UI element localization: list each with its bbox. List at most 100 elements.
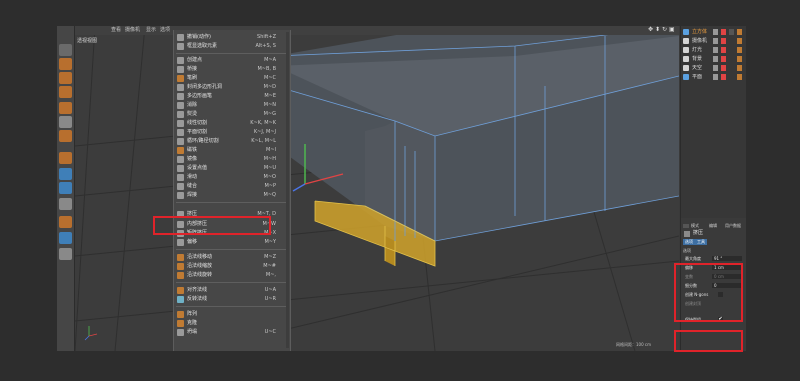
menu-item-weld[interactable]: 焊接 M~Q: [174, 191, 290, 200]
highlight-extrude-settings: [674, 263, 743, 322]
viewport-canvas: [75, 26, 679, 351]
texture-tag[interactable]: [737, 29, 742, 35]
texture-tag[interactable]: [737, 74, 742, 80]
attr-menu-edit[interactable]: 编辑: [709, 222, 717, 229]
menu-icon[interactable]: [683, 224, 689, 228]
menu-item-normal-scale[interactable]: 沿法线缩放 M~#: [174, 262, 290, 271]
menu-item-bridge[interactable]: 桥接 M~B, B: [174, 65, 290, 74]
material-tag[interactable]: [721, 47, 726, 53]
background-icon: [683, 56, 689, 62]
menu-item-mirror[interactable]: 镜像 M~H: [174, 155, 290, 164]
rotate-icon[interactable]: ↻: [662, 27, 668, 33]
material-tag[interactable]: [721, 56, 726, 62]
vp-menu-cameras[interactable]: 摄像机: [125, 26, 140, 35]
menu-item-offset[interactable]: 偏移 M~Y: [174, 238, 290, 247]
object-row[interactable]: 立方体: [683, 28, 746, 37]
menu-item-undo[interactable]: 撤销(动作) Shift+Z: [174, 33, 290, 42]
material-tag[interactable]: [721, 65, 726, 71]
texture-tag[interactable]: [737, 65, 742, 71]
workplane-mode-icon[interactable]: [59, 86, 72, 98]
material-tag[interactable]: [721, 38, 726, 44]
frame-icon: [177, 43, 184, 50]
weld-icon: [177, 192, 184, 199]
object-row[interactable]: 背景: [683, 55, 746, 64]
object-row[interactable]: 天空: [683, 64, 746, 73]
visibility-tag[interactable]: [713, 65, 718, 71]
menu-item-stitch[interactable]: 缝合 M~P: [174, 182, 290, 191]
close-hole-icon: [177, 84, 184, 91]
menu-scrollbar[interactable]: [286, 32, 289, 348]
edges-mode-icon[interactable]: [59, 116, 72, 128]
tweak-mode-icon[interactable]: [59, 168, 72, 180]
object-row[interactable]: 平面: [683, 73, 746, 82]
collapse-icon: [177, 329, 184, 336]
camera-icon: [683, 38, 689, 44]
menu-item-plane-cut[interactable]: 平面切割 K~J, M~J: [174, 128, 290, 137]
model-mode-icon[interactable]: [59, 58, 72, 70]
texture-mode-icon[interactable]: [59, 72, 72, 84]
material-tag[interactable]: [721, 74, 726, 80]
bridge-icon: [177, 66, 184, 73]
vp-menu-display[interactable]: 显示: [146, 26, 156, 35]
menu-item-magnet[interactable]: 磁铁 M~I: [174, 146, 290, 155]
menu-item-clone[interactable]: 克隆: [174, 319, 290, 328]
attr-menu-mode[interactable]: 模式: [691, 222, 699, 229]
snap-icon[interactable]: [59, 182, 72, 194]
vp-menu-options[interactable]: 选项: [160, 26, 170, 35]
polygons-mode-icon[interactable]: [59, 130, 72, 142]
tab-options[interactable]: 选项: [683, 239, 695, 245]
menu-item-collapse[interactable]: 坍塌 U~C: [174, 328, 290, 337]
material-tag[interactable]: [721, 29, 726, 35]
menu-item-iron[interactable]: 熨烫 M~G: [174, 110, 290, 119]
visibility-tag[interactable]: [713, 29, 718, 35]
max-angle-field[interactable]: 最大角度 91 °: [685, 255, 746, 262]
reverse-normals-icon: [177, 296, 184, 303]
maximize-icon[interactable]: ▣: [669, 27, 675, 33]
lock-workplane-icon[interactable]: [59, 216, 72, 228]
points-mode-icon[interactable]: [59, 102, 72, 114]
visibility-tag[interactable]: [713, 56, 718, 62]
object-row[interactable]: 灯光: [683, 46, 746, 55]
attr-menu-userdata[interactable]: 用户数据: [725, 222, 741, 229]
texture-tag[interactable]: [737, 56, 742, 62]
menu-item-slide[interactable]: 滑动 M~O: [174, 173, 290, 182]
brush-icon: [177, 75, 184, 82]
texture-tag[interactable]: [737, 38, 742, 44]
menu-item-array[interactable]: 阵列: [174, 310, 290, 319]
dolly-icon[interactable]: ⬍: [655, 27, 661, 33]
layers-icon[interactable]: [59, 248, 72, 260]
perspective-viewport[interactable]: 查看 摄像机 显示 选项 ✥ ⬍ ↻ ▣ 透视视图 网格间距：100 cm 撤销…: [75, 26, 679, 351]
menu-item-line-cut[interactable]: 线性切割 K~K, M~K: [174, 119, 290, 128]
menu-item-align-normals[interactable]: 对齐法线 U~A: [174, 286, 290, 295]
menu-item-normal-rotate[interactable]: 沿法线旋转 M~,: [174, 271, 290, 280]
menu-item-loop-cut[interactable]: 循环/路径切割 K~L, M~L: [174, 137, 290, 146]
viewport-title: 透视视图: [77, 38, 98, 44]
set-point-value-icon: [177, 165, 184, 172]
menu-item-frame-selected[interactable]: 框显选取元素 Alt+S, S: [174, 42, 290, 51]
pan-icon[interactable]: ✥: [648, 27, 654, 33]
menu-item-reverse-normals[interactable]: 反转法线 U~R: [174, 295, 290, 304]
grid-icon[interactable]: [59, 232, 72, 244]
undo-icon: [177, 34, 184, 41]
solo-icon[interactable]: [59, 198, 72, 210]
phong-tag[interactable]: [729, 29, 734, 35]
tool-icon-1[interactable]: [59, 44, 72, 56]
menu-separator: [176, 202, 288, 203]
menu-item-brush[interactable]: 笔刷 M~C: [174, 74, 290, 83]
vp-menu-view[interactable]: 查看: [111, 26, 121, 35]
extrude-tool-icon: [684, 231, 690, 237]
visibility-tag[interactable]: [713, 38, 718, 44]
object-row[interactable]: 摄像机: [683, 37, 746, 46]
axis-mode-icon[interactable]: [59, 152, 72, 164]
menu-item-set-point-value[interactable]: 设置点值 M~U: [174, 164, 290, 173]
visibility-tag[interactable]: [713, 74, 718, 80]
menu-item-close-hole[interactable]: 封闭多边形孔洞 M~D: [174, 83, 290, 92]
menu-item-create-point[interactable]: 创建点 M~A: [174, 56, 290, 65]
menu-item-normal-move[interactable]: 沿法线移动 M~Z: [174, 253, 290, 262]
menu-item-dissolve[interactable]: 消除 M~N: [174, 101, 290, 110]
object-tags: [713, 56, 746, 63]
visibility-tag[interactable]: [713, 47, 718, 53]
tab-tool[interactable]: 工具: [695, 239, 707, 245]
texture-tag[interactable]: [737, 47, 742, 53]
menu-item-polygon-pen[interactable]: 多边形画笔 M~E: [174, 92, 290, 101]
